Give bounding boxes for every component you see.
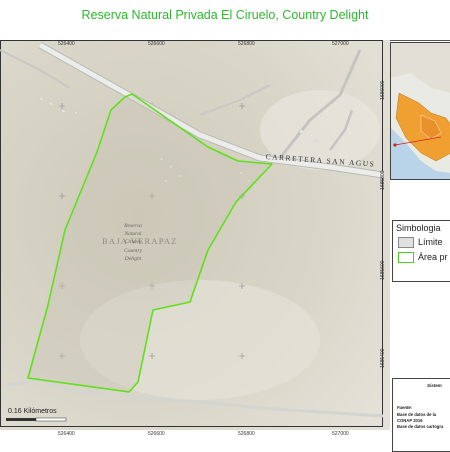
coord-bottom: 526400 — [58, 431, 75, 437]
coord-top: 527000 — [332, 41, 349, 47]
reserve-name-line: Delight — [124, 255, 142, 262]
coord-bottom: 526800 — [238, 431, 255, 437]
limit-swatch-icon — [398, 237, 414, 249]
source-box: Sistem Fuente: Base de datos de la CONAP… — [392, 378, 450, 452]
legend-item-area: Área pr — [398, 252, 448, 264]
map-title: Reserva Natural Privada El Ciruelo, Coun… — [81, 8, 369, 22]
reserve-name-line: Ciruelo — [124, 239, 142, 246]
reserve-name-line: Natural — [124, 231, 142, 238]
inset-map-canvas — [391, 43, 450, 179]
source-line: CONAP 2016 — [397, 418, 423, 423]
legend-item-label: Área pr — [418, 252, 448, 262]
inset-map[interactable] — [390, 42, 450, 180]
coord-bottom: 527000 — [332, 431, 349, 437]
area-swatch-icon — [398, 252, 414, 264]
coord-top: 526600 — [148, 41, 165, 47]
scale-label: 0.16 Kilómetros — [8, 408, 57, 415]
source-line: Base de datos cartogra — [397, 424, 444, 429]
legend-item-label: Límite — [418, 237, 443, 247]
coord-top: 526400 — [58, 41, 75, 47]
coord-right: 1685400 — [380, 348, 386, 368]
reserve-name-line: Country — [123, 247, 143, 254]
map-canvas[interactable] — [0, 40, 390, 430]
reserve-name-line: Reserva — [124, 223, 142, 229]
legend: Simbologia Límite Área pr — [392, 220, 450, 282]
coord-right: 1685600 — [380, 260, 386, 280]
location-marker-icon — [393, 143, 397, 147]
legend-item-limit: Límite — [398, 237, 443, 249]
coord-right: 1686000 — [380, 80, 386, 100]
coord-top: 526800 — [238, 41, 255, 47]
scale-bar — [6, 417, 67, 422]
source-line: Fuente: — [397, 405, 413, 410]
reserve-name-label: Reserva Natural Ciruelo Country Delight — [118, 222, 148, 263]
coord-right: 1685800 — [380, 170, 386, 190]
coord-bottom: 526600 — [148, 431, 165, 437]
source-heading: Sistem — [427, 383, 442, 388]
source-line: Base de datos de la — [397, 412, 437, 417]
legend-title: Simbologia — [396, 223, 441, 233]
